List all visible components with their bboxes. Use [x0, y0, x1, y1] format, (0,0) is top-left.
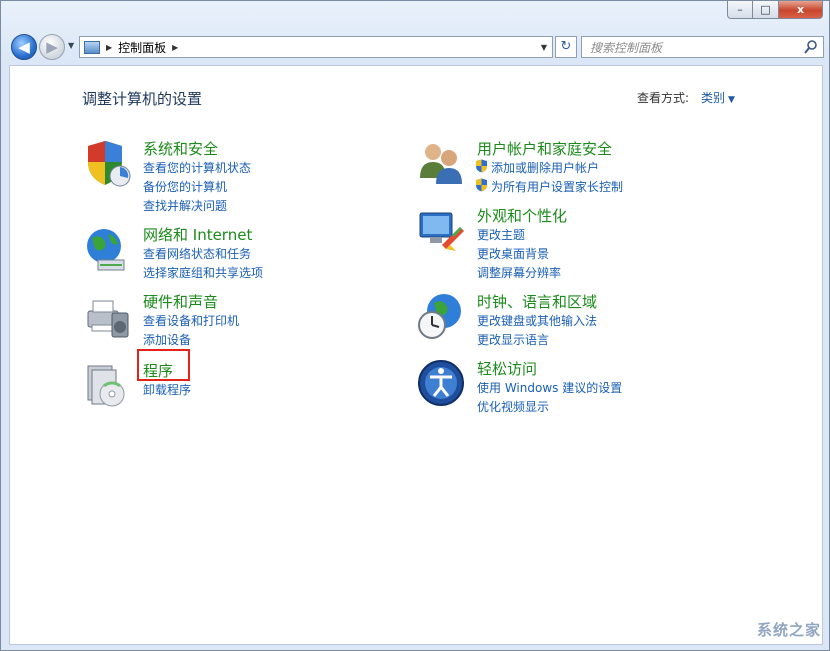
- view-by-label: 查看方式:: [637, 89, 689, 106]
- uac-shield-icon: [475, 159, 488, 173]
- category-link[interactable]: 为所有用户设置家长控制: [491, 178, 623, 195]
- category-title[interactable]: 时钟、语言和区域: [477, 291, 597, 312]
- programs-icon[interactable]: [82, 360, 132, 410]
- category-link[interactable]: 备份您的计算机: [143, 178, 227, 195]
- category-link[interactable]: 添加或删除用户帐户: [491, 159, 599, 176]
- users-icon[interactable]: [416, 138, 466, 188]
- address-bar[interactable]: ▶ 控制面板 ▶ ▼: [79, 36, 553, 58]
- back-button[interactable]: ◀: [11, 34, 37, 60]
- refresh-button[interactable]: ↻: [555, 36, 577, 58]
- view-by-value[interactable]: 类别: [701, 91, 725, 105]
- shield-icon[interactable]: [82, 138, 132, 188]
- category-link[interactable]: 更改键盘或其他输入法: [477, 312, 597, 329]
- view-by-dropdown[interactable]: 类别▼: [701, 89, 735, 106]
- breadcrumb-separator-icon[interactable]: ▶: [106, 43, 112, 52]
- category-link[interactable]: 优化视频显示: [477, 398, 549, 415]
- category-title[interactable]: 硬件和声音: [143, 291, 218, 312]
- recent-pages-dropdown-icon[interactable]: ▼: [68, 41, 74, 50]
- navigation-bar: ◀ ▶ ▼ ▶ 控制面板 ▶ ▼ ↻ 搜索控制面板: [9, 31, 824, 61]
- search-placeholder: 搜索控制面板: [590, 39, 662, 56]
- category-title[interactable]: 网络和 Internet: [143, 224, 252, 245]
- maximize-button[interactable]: □: [753, 1, 779, 19]
- forward-button[interactable]: ▶: [39, 34, 65, 60]
- category-title[interactable]: 外观和个性化: [477, 205, 567, 226]
- minimize-button[interactable]: –: [727, 1, 753, 19]
- control-panel-icon: [84, 41, 100, 54]
- page-title: 调整计算机的设置: [82, 88, 202, 109]
- category-title[interactable]: 轻松访问: [477, 358, 537, 379]
- breadcrumb-control-panel[interactable]: 控制面板: [118, 39, 166, 56]
- category-link[interactable]: 卸载程序: [143, 381, 191, 398]
- category-link[interactable]: 选择家庭组和共享选项: [143, 264, 263, 281]
- category-title[interactable]: 用户帐户和家庭安全: [477, 138, 612, 159]
- breadcrumb-separator-icon[interactable]: ▶: [172, 43, 178, 52]
- caption-buttons: – □ x: [727, 1, 823, 19]
- category-link[interactable]: 查看网络状态和任务: [143, 245, 251, 262]
- content-pane: 调整计算机的设置 查看方式: 类别▼ 系统和安全 查看您的计算机状态 备份您的计…: [9, 65, 823, 645]
- printer-icon[interactable]: [82, 291, 132, 341]
- category-title[interactable]: 系统和安全: [143, 138, 218, 159]
- globe-network-icon[interactable]: [82, 224, 132, 274]
- search-input[interactable]: 搜索控制面板: [581, 36, 824, 58]
- category-link[interactable]: 更改显示语言: [477, 331, 549, 348]
- category-link[interactable]: 更改主题: [477, 226, 525, 243]
- close-button[interactable]: x: [779, 1, 823, 19]
- category-link[interactable]: 添加设备: [143, 331, 191, 348]
- category-link[interactable]: 查找并解决问题: [143, 197, 227, 214]
- watermark: 系统之家: [757, 619, 821, 640]
- category-link[interactable]: 更改桌面背景: [477, 245, 549, 262]
- control-panel-window: – □ x ◀ ▶ ▼ ▶ 控制面板 ▶ ▼ ↻ 搜索控制面板 调整计算机的设置…: [0, 0, 830, 651]
- uac-shield-icon: [475, 178, 488, 192]
- category-link[interactable]: 查看您的计算机状态: [143, 159, 251, 176]
- category-link[interactable]: 调整屏幕分辨率: [477, 264, 561, 281]
- ease-of-access-icon[interactable]: [416, 358, 466, 408]
- highlight-box: [137, 349, 190, 381]
- search-icon[interactable]: [803, 39, 819, 55]
- chevron-down-icon[interactable]: ▼: [728, 95, 735, 105]
- globe-clock-icon[interactable]: [416, 291, 466, 341]
- monitor-palette-icon[interactable]: [416, 205, 466, 255]
- address-dropdown-icon[interactable]: ▼: [541, 43, 547, 52]
- category-link[interactable]: 查看设备和打印机: [143, 312, 239, 329]
- category-link[interactable]: 使用 Windows 建议的设置: [477, 379, 622, 396]
